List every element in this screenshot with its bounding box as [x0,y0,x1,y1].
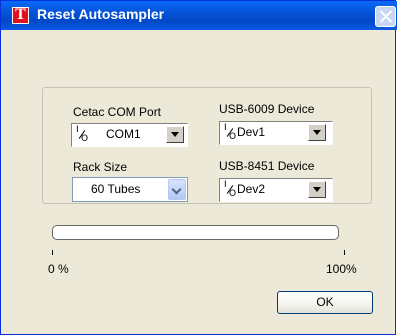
progress-scale-tick-max [344,250,345,255]
chevron-down-icon[interactable] [168,179,186,200]
cetac-com-port-label: Cetac COM Port [73,105,162,119]
title-bar: T Reset Autosampler [1,1,397,30]
usb8451-device-value: Dev2 [237,182,266,196]
usb8451-device-select[interactable]: IO Dev2 [219,178,333,202]
usb8451-device-label: USB-8451 Device [219,159,315,173]
rack-size-select[interactable]: 60 Tubes [72,177,188,202]
usb6009-device-select[interactable]: IO Dev1 [219,121,333,145]
io-icon: IO [224,180,237,199]
chevron-down-icon[interactable] [166,126,184,143]
app-icon: T [12,6,29,24]
progress-max-label: 100% [326,262,357,276]
chevron-down-icon[interactable] [308,124,326,141]
close-button[interactable] [375,6,396,27]
io-icon: IO [224,123,237,142]
progress-min-label: 0 % [48,262,69,276]
progress-bar [52,225,339,240]
rack-size-label: Rack Size [73,160,128,174]
app-icon-letter: T [15,6,26,23]
window-title: Reset Autosampler [37,6,165,22]
reset-autosampler-dialog: T Reset Autosampler Cetac COM Port IO CO… [0,0,397,335]
progress-scale-tick-min [52,250,53,255]
io-icon: IO [76,125,89,144]
cetac-com-port-select[interactable]: IO COM1 [71,123,188,147]
usb6009-device-label: USB-6009 Device [219,102,315,116]
cetac-com-port-value: COM1 [106,127,141,141]
usb6009-device-value: Dev1 [237,125,266,139]
rack-size-value: 60 Tubes [91,182,141,196]
ok-button[interactable]: OK [277,291,373,314]
chevron-down-icon[interactable] [308,181,326,198]
